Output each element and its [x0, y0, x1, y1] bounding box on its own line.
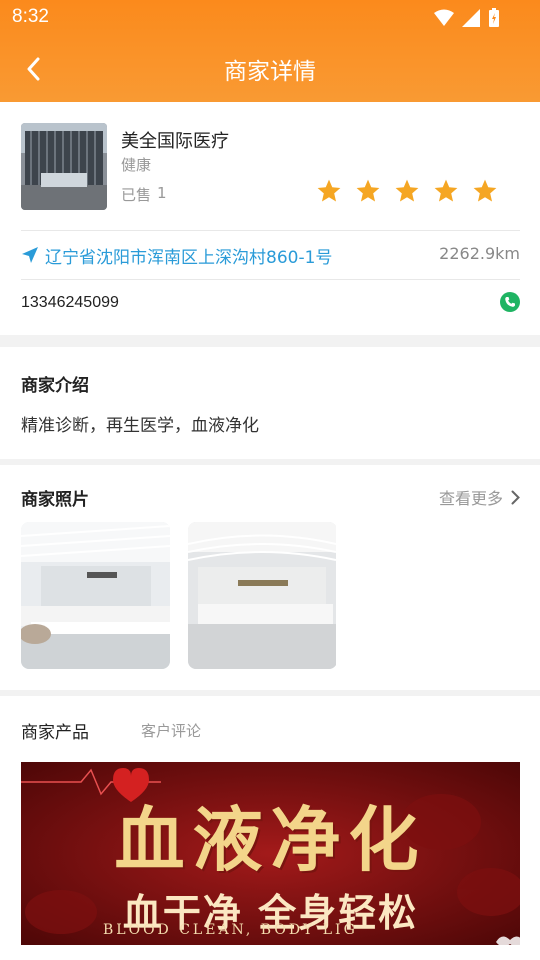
divider [21, 279, 520, 280]
status-bar: 8:32 [0, 0, 540, 36]
sold-value: 1 [157, 184, 167, 202]
sold-count: 已售 1 [121, 184, 167, 205]
wifi-icon [434, 9, 454, 26]
merchant-name: 美全国际医疗 [121, 131, 229, 152]
signal-icon [462, 9, 480, 27]
divider [21, 230, 520, 231]
product-banner[interactable]: 血液净化 血干净 全身轻松 BLOOD CLEAN, BODY LIG [21, 762, 520, 945]
status-icons [434, 8, 500, 28]
section-title: 商家介绍 [21, 376, 89, 396]
merchant-thumbnail[interactable] [21, 123, 107, 210]
phone-call-icon[interactable] [500, 292, 520, 312]
star-icon [356, 179, 380, 202]
merchant-address: 辽宁省沈阳市浑南区上深沟村860-1号 [45, 247, 333, 268]
banner-english: BLOOD CLEAN, BODY LIG [103, 922, 358, 938]
merchant-category: 健康 [121, 156, 152, 174]
merchant-info-card: 美全国际医疗 健康 已售 1 辽宁省沈阳市浑南区上深沟村860-1号 2262.… [0, 102, 540, 335]
chevron-right-icon [511, 490, 520, 504]
battery-icon [489, 8, 499, 27]
watermark-icon [496, 936, 524, 947]
view-more-link[interactable]: 查看更多 [439, 485, 520, 509]
rating-stars [316, 178, 498, 204]
star-icon [395, 179, 419, 202]
app-header: 8:32 商家详情 [0, 0, 540, 102]
sold-label: 已售 [121, 186, 152, 204]
merchant-products-section: 商家产品 客户评论 血液净化 血干净 全身轻松 BLOOD CLEAN, BOD… [0, 696, 540, 960]
location-arrow-icon [22, 247, 38, 263]
tab-reviews[interactable]: 客户评论 [141, 720, 201, 741]
star-icon [434, 179, 458, 202]
distance: 2262.9km [439, 244, 520, 263]
star-icon [473, 179, 497, 202]
phone-row[interactable]: 13346245099 [21, 292, 520, 316]
merchant-photo[interactable] [188, 522, 337, 669]
merchant-photo[interactable] [21, 522, 170, 669]
merchant-intro-section: 商家介绍 精准诊断，再生医学，血液净化 [0, 347, 540, 459]
address-row[interactable]: 辽宁省沈阳市浑南区上深沟村860-1号 2262.9km [21, 242, 520, 268]
view-more-label: 查看更多 [438, 489, 503, 508]
star-icon [317, 179, 341, 202]
intro-text: 精准诊断，再生医学，血液净化 [21, 416, 259, 436]
status-time: 8:32 [12, 6, 49, 27]
merchant-phone: 13346245099 [21, 294, 119, 311]
merchant-photos-section: 商家照片 查看更多 [0, 465, 540, 690]
tab-products[interactable]: 商家产品 [21, 718, 89, 743]
page-title: 商家详情 [224, 59, 316, 85]
banner-title: 血液净化 [114, 798, 427, 881]
section-title: 商家照片 [21, 490, 89, 510]
